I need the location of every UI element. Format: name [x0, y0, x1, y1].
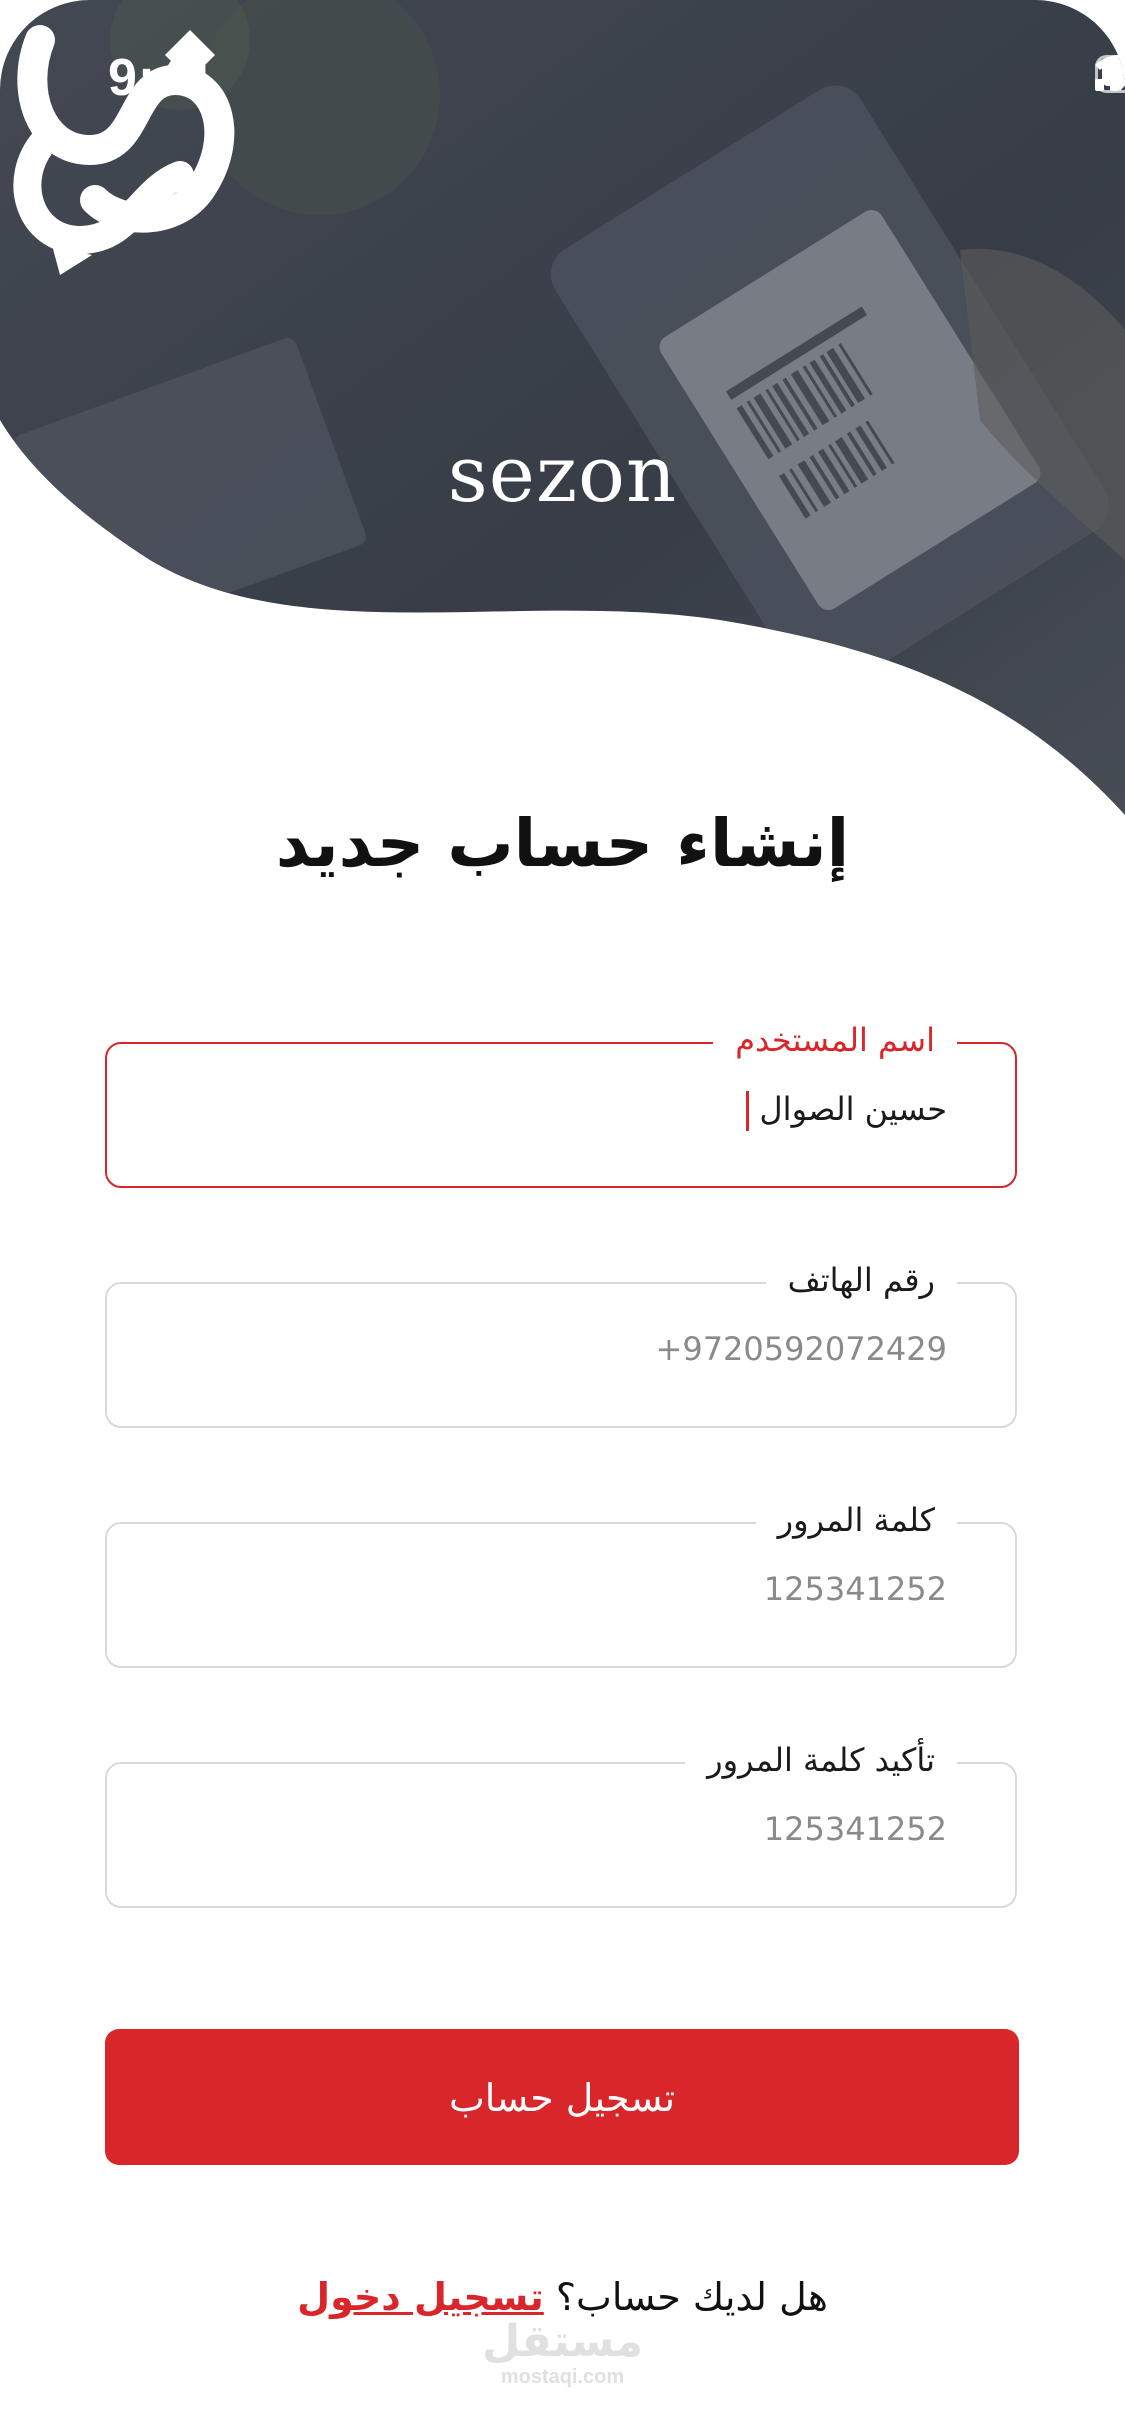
- register-button[interactable]: تسجيل حساب: [105, 2029, 1019, 2165]
- password-input[interactable]: 125341252: [167, 1570, 947, 1608]
- login-prompt: هل لديك حساب؟ تسجيل دخول: [0, 2275, 1125, 2319]
- text-caret: [746, 1091, 750, 1131]
- username-input[interactable]: حسين الصوال: [167, 1090, 947, 1131]
- confirm-password-label: تأكيد كلمة المرور: [685, 1734, 957, 1786]
- login-prompt-text: هل لديك حساب؟: [555, 2275, 828, 2319]
- confirm-password-input[interactable]: 125341252: [167, 1810, 947, 1848]
- battery-icon: [1095, 55, 1125, 93]
- username-field[interactable]: اسم المستخدم حسين الصوال: [105, 1014, 1017, 1188]
- watermark-latin: mostaqi.com: [500, 2366, 625, 2388]
- password-label: كلمة المرور: [755, 1494, 957, 1546]
- username-label: اسم المستخدم: [713, 1014, 957, 1066]
- phone-input[interactable]: +9720592072429: [167, 1330, 947, 1368]
- watermark-arabic: مستقل: [482, 2316, 643, 2367]
- login-link[interactable]: تسجيل دخول: [297, 2275, 544, 2319]
- phone-field[interactable]: رقم الهاتف +9720592072429: [105, 1254, 1017, 1428]
- hero-header: 9:41 sezon: [0, 0, 1125, 830]
- sezon-logo-icon: [13, 25, 235, 275]
- watermark: مستقل mostaqi.com: [0, 2318, 1125, 2389]
- phone-screen: 9:41 sezon إنشاء حساب جديد اسم المستخدم …: [0, 0, 1125, 2436]
- confirm-password-field[interactable]: تأكيد كلمة المرور 125341252: [105, 1734, 1017, 1908]
- password-field[interactable]: كلمة المرور 125341252: [105, 1494, 1017, 1668]
- page-title: إنشاء حساب جديد: [275, 805, 850, 882]
- username-value: حسين الصوال: [759, 1090, 947, 1128]
- brand-name: sezon: [447, 430, 678, 520]
- phone-label: رقم الهاتف: [765, 1254, 957, 1306]
